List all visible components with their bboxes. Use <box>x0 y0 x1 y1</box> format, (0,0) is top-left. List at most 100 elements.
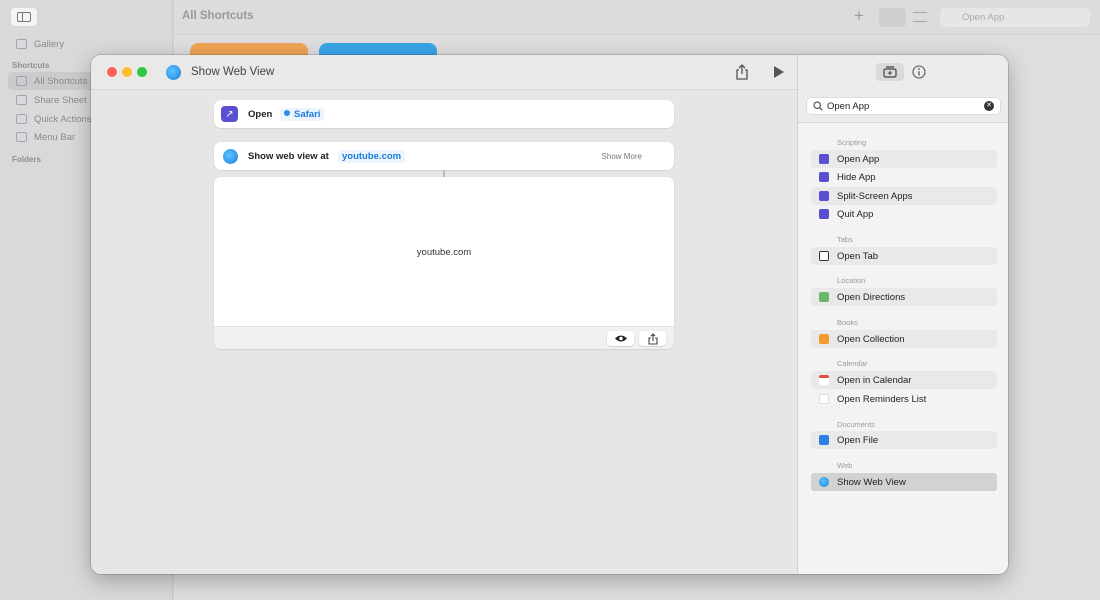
sidebar-item-label: Share Sheet <box>34 94 87 106</box>
open-app-icon: ↗ <box>221 106 238 122</box>
preview-toolbar <box>214 326 674 349</box>
files-icon <box>819 435 829 445</box>
action-row-show-web-view[interactable]: Show Web View <box>811 473 997 491</box>
action-row-label: Show Web View <box>837 476 906 488</box>
safari-icon <box>223 149 238 164</box>
safari-icon <box>166 65 181 80</box>
show-more-button[interactable]: Show More <box>602 152 642 161</box>
sidebar-toggle-button[interactable] <box>11 8 37 26</box>
gallery-icon <box>16 39 27 49</box>
action-row-quit-app[interactable]: Quit App <box>811 205 997 223</box>
action-row-label: Open Collection <box>837 333 905 345</box>
action-row-label: Open in Calendar <box>837 374 912 386</box>
action-search-field[interactable]: ✕ <box>807 98 1000 114</box>
action-row-open-file[interactable]: Open File <box>811 431 997 449</box>
action-row-open-in-calendar[interactable]: Open in Calendar <box>811 371 997 389</box>
app-token-label: Safari <box>294 109 321 120</box>
share-button[interactable] <box>734 63 750 81</box>
info-tab[interactable] <box>911 64 927 80</box>
add-shortcut-button[interactable]: + <box>854 6 864 26</box>
shortcut-editor-window: Show Web View ↗ Open Safari Show web vie… <box>91 55 1008 574</box>
safari-icon <box>284 110 290 116</box>
clear-search-icon[interactable]: ✕ <box>984 101 994 111</box>
sidebar-item-label: Menu Bar <box>34 131 76 143</box>
gear-icon <box>16 114 27 124</box>
window-title[interactable]: Show Web View <box>191 66 274 78</box>
maps-icon <box>819 292 829 302</box>
preview-button[interactable] <box>607 331 634 346</box>
run-button[interactable] <box>774 66 784 78</box>
close-button[interactable] <box>107 67 117 77</box>
editor-titlebar: Show Web View <box>91 55 797 90</box>
url-token[interactable]: youtube.com <box>338 150 406 163</box>
safari-icon <box>819 477 829 487</box>
action-row-label: Open App <box>837 153 880 165</box>
action-label: Show web view at <box>248 151 329 162</box>
action-row-label: Open File <box>837 434 879 446</box>
action-row-split-screen-apps[interactable]: Split-Screen Apps <box>811 187 997 205</box>
web-view-preview: youtube.com <box>214 177 674 349</box>
preview-url: youtube.com <box>416 247 472 258</box>
page-title: All Shortcuts <box>182 10 254 22</box>
group-title-scripting: Scripting <box>837 138 867 147</box>
group-title-web: Web <box>837 461 853 470</box>
action-row-open-tab[interactable]: Open Tab <box>811 247 997 265</box>
quit-app-icon <box>819 209 829 219</box>
show-web-view-action[interactable]: Show web view at youtube.com Show More <box>214 142 674 170</box>
list-view-button[interactable] <box>913 12 927 22</box>
sidebar-item-gallery[interactable]: Gallery <box>8 35 168 53</box>
panel-header: ✕ <box>798 55 1008 123</box>
action-row-label: Quit App <box>837 208 874 220</box>
action-row-open-directions[interactable]: Open Directions <box>811 288 997 306</box>
action-row-label: Split-Screen Apps <box>837 190 913 202</box>
info-icon <box>912 65 926 79</box>
group-title-calendar: Calendar <box>837 359 868 368</box>
reminders-icon <box>819 394 829 404</box>
eye-icon <box>614 335 627 342</box>
action-row-label: Hide App <box>837 171 876 183</box>
sidebar-item-label: Gallery <box>34 38 65 50</box>
share-icon <box>736 64 748 80</box>
action-row-open-app[interactable]: Open App <box>811 150 997 168</box>
sidebar-section-shortcuts: Shortcuts <box>12 61 50 70</box>
menu-bar-icon <box>16 132 27 142</box>
group-title-books: Books <box>837 318 858 327</box>
sidebar-item-label: Quick Actions <box>34 113 92 125</box>
search-icon <box>813 101 823 111</box>
preview-share-button[interactable] <box>639 331 666 346</box>
action-row-open-reminders-list[interactable]: Open Reminders List <box>811 390 997 408</box>
action-row-open-collection[interactable]: Open Collection <box>811 330 997 348</box>
action-row-label: Open Directions <box>837 291 906 303</box>
open-app-action[interactable]: ↗ Open Safari <box>214 100 674 128</box>
background-toolbar: All Shortcuts + Open App <box>174 0 1100 35</box>
calendar-icon <box>819 375 829 385</box>
zoom-button[interactable] <box>137 67 147 77</box>
connector-line <box>443 170 445 177</box>
hide-app-icon <box>819 172 829 182</box>
background-search-field[interactable]: Open App <box>940 8 1090 27</box>
split-screen-icon <box>819 191 829 201</box>
open-app-icon <box>819 154 829 164</box>
app-token[interactable]: Safari <box>280 108 325 121</box>
sidebar-item-label: All Shortcuts <box>34 75 88 87</box>
share-sheet-icon <box>16 95 27 105</box>
group-title-tabs: Tabs <box>837 235 853 244</box>
grid-view-button[interactable] <box>879 8 906 27</box>
sidebar-icon <box>17 12 31 22</box>
action-row-hide-app[interactable]: Hide App <box>811 168 997 186</box>
action-label: Open <box>248 109 273 120</box>
books-icon <box>819 334 829 344</box>
share-icon <box>647 332 658 345</box>
action-library-tab[interactable] <box>876 63 904 81</box>
minimize-button[interactable] <box>122 67 132 77</box>
sidebar-section-folders: Folders <box>12 155 41 164</box>
folder-icon <box>16 76 27 86</box>
action-library-panel: ✕ Scripting Open App Hide App Split-Scre… <box>797 55 1008 574</box>
editor-area: Show Web View ↗ Open Safari Show web vie… <box>91 55 797 574</box>
action-row-label: Open Tab <box>837 250 879 262</box>
background-search-value: Open App <box>962 12 1005 23</box>
tab-icon <box>819 251 829 261</box>
action-library-icon <box>883 66 897 78</box>
group-title-location: Location <box>837 276 866 285</box>
search-input[interactable] <box>827 98 977 114</box>
